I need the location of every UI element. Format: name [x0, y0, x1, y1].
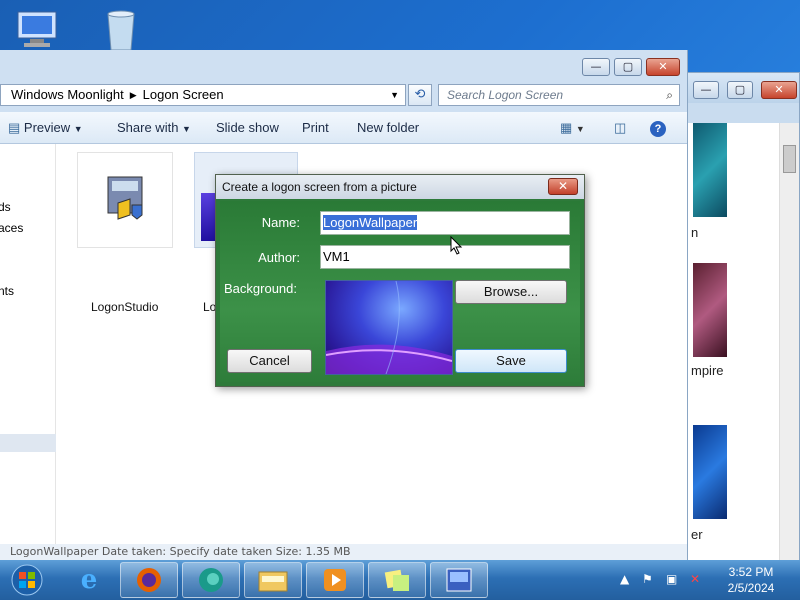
edge-icon — [199, 568, 223, 592]
maximize-button[interactable]: ▢ — [614, 58, 642, 76]
internet-explorer-button[interactable]: e — [60, 562, 118, 598]
print-button[interactable]: Print — [302, 112, 329, 144]
preview-icon: ▤ — [8, 120, 21, 135]
close-icon: ✕ — [557, 179, 569, 193]
minimize-button[interactable]: — — [693, 81, 719, 99]
thumbnail-pane: n mpire er — [687, 123, 779, 561]
share-with-button[interactable]: Share with ▼ — [117, 112, 191, 144]
refresh-button[interactable]: ⟲ — [408, 84, 432, 106]
clock[interactable]: 3:52 PM 2/5/2024 — [716, 564, 786, 596]
thumbnail[interactable] — [693, 263, 727, 357]
background-preview-image — [325, 280, 453, 375]
create-logon-dialog[interactable]: Create a logon screen from a picture ✕ N… — [215, 174, 585, 387]
show-hidden-icons-icon[interactable]: ▲ — [620, 572, 629, 586]
nav-divider — [0, 434, 56, 452]
navigation-pane[interactable]: ds aces nts — [0, 144, 56, 544]
dialog-body: Name: LogonWallpaper Author: VM1 Backgro… — [220, 201, 580, 382]
nav-item[interactable]: ds — [0, 200, 11, 214]
close-button[interactable]: ✕ — [548, 178, 578, 195]
name-field[interactable]: LogonWallpaper — [320, 211, 570, 235]
media-player-icon — [324, 569, 346, 591]
volume-muted-icon[interactable]: ✕ — [690, 572, 700, 586]
search-input[interactable]: Search Logon Screen ⌕ — [438, 84, 680, 106]
chevron-down-icon: ▼ — [182, 124, 191, 134]
name-value: LogonWallpaper — [323, 215, 418, 230]
mouse-cursor-icon — [450, 236, 463, 255]
explorer-titlebar[interactable]: — ▢ ✕ — [0, 50, 687, 84]
firefox-button[interactable] — [120, 562, 178, 598]
windows-logo-icon — [11, 564, 43, 596]
logon-studio-icon — [446, 568, 472, 592]
internet-explorer-icon: e — [80, 565, 98, 595]
scrollbar[interactable] — [779, 123, 799, 561]
start-button[interactable] — [2, 562, 52, 598]
close-button[interactable]: ✕ — [761, 81, 797, 99]
firefox-icon — [137, 568, 161, 592]
thumbnail-label: er — [691, 527, 703, 542]
background-window[interactable]: — ▢ ✕ n mpire er — [684, 72, 800, 562]
thumbnail[interactable] — [693, 425, 727, 519]
command-bar: ▤ Preview ▼ Share with ▼ Slide show Prin… — [0, 112, 687, 144]
cancel-button[interactable]: Cancel — [227, 349, 312, 373]
flag-icon[interactable]: ⚑ — [642, 572, 653, 586]
chevron-down-icon: ▼ — [73, 124, 83, 134]
author-label: Author: — [258, 250, 300, 265]
breadcrumb-item[interactable]: Logon Screen — [143, 85, 224, 105]
file-label: LogonStudio — [91, 300, 159, 314]
preview-pane-icon[interactable]: ◫ — [614, 112, 626, 144]
folder-icon — [258, 571, 288, 592]
save-button[interactable]: Save — [455, 349, 567, 373]
thumbnail-label: mpire — [691, 363, 724, 378]
background-label: Background: — [224, 281, 297, 296]
author-field[interactable]: VM1 — [320, 245, 570, 269]
name-label: Name: — [261, 215, 300, 230]
edge-button[interactable] — [182, 562, 240, 598]
sticky-notes-icon — [384, 569, 409, 591]
maximize-button[interactable]: ▢ — [727, 81, 753, 99]
installer-icon — [107, 176, 143, 220]
thumbnail[interactable] — [693, 123, 727, 217]
file-item-logonstudio[interactable] — [77, 152, 173, 248]
clock-date: 2/5/2024 — [727, 581, 775, 595]
search-icon: ⌕ — [666, 88, 673, 102]
breadcrumb-separator-icon: ▶ — [129, 90, 137, 100]
media-player-button[interactable] — [306, 562, 364, 598]
new-folder-button[interactable]: New folder — [357, 112, 419, 144]
file-explorer-button[interactable] — [244, 562, 302, 598]
slide-show-button[interactable]: Slide show — [216, 112, 279, 144]
dialog-title: Create a logon screen from a picture — [222, 180, 417, 194]
search-placeholder: Search Logon Screen — [447, 88, 564, 102]
network-icon[interactable]: ▣ — [666, 572, 677, 586]
nav-item[interactable]: aces — [0, 221, 23, 235]
view-options-icon[interactable]: ▦ ▼ — [560, 112, 585, 144]
help-icon[interactable]: ? — [650, 112, 666, 144]
author-value: VM1 — [323, 249, 350, 264]
close-button[interactable]: ✕ — [646, 58, 680, 76]
logon-studio-button[interactable] — [430, 562, 488, 598]
taskbar: e ▲ ⚑ ▣ ✕ 3:52 PM 2/5/2024 — [0, 560, 800, 600]
thumbnail-label: n — [691, 225, 699, 240]
chevron-down-icon[interactable]: ▼ — [390, 85, 399, 105]
nav-item[interactable]: nts — [0, 284, 14, 298]
dialog-titlebar[interactable]: Create a logon screen from a picture ✕ — [216, 175, 584, 199]
recycle-bin-icon[interactable] — [98, 6, 144, 52]
preview-button[interactable]: ▤ Preview ▼ — [8, 112, 83, 144]
minimize-button[interactable]: — — [582, 58, 610, 76]
breadcrumb-item[interactable]: Windows Moonlight — [11, 85, 124, 105]
computer-icon[interactable] — [14, 6, 60, 52]
notes-button[interactable] — [368, 562, 426, 598]
clock-time: 3:52 PM — [728, 565, 774, 579]
address-bar[interactable]: Windows Moonlight ▶ Logon Screen ▼ — [0, 84, 406, 106]
browse-button[interactable]: Browse... — [455, 280, 567, 304]
